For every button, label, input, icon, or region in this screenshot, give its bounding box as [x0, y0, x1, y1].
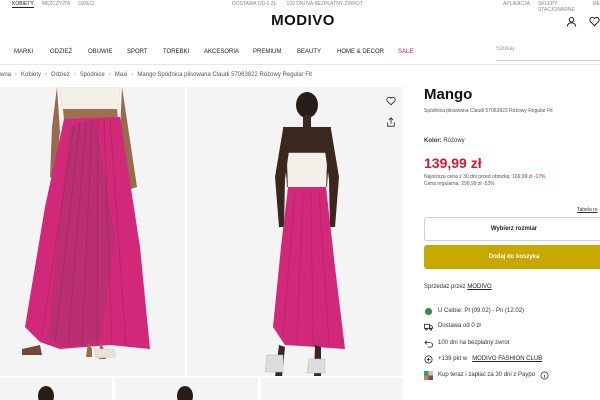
- color-value: Różowy: [443, 138, 465, 144]
- feature-text: U Ciebie: Pt (09.02) - Pn (12.02): [438, 308, 525, 314]
- club-link[interactable]: MODIVO FASHION CLUB: [472, 356, 542, 362]
- feature-returns: 100 dni na bezpłatny zwrot: [424, 338, 509, 348]
- add-to-cart-button[interactable]: Dodaj do koszyka: [424, 245, 600, 269]
- breadcrumb-item[interactable]: wna: [0, 72, 11, 78]
- product-price: 139,99 zł: [424, 155, 482, 171]
- top-link-app[interactable]: APLIKACJA: [503, 1, 530, 13]
- top-link-men[interactable]: MĘŻCZYŹNI: [42, 1, 71, 8]
- breadcrumb-item[interactable]: Maxi: [115, 72, 128, 78]
- nav-item-beauty[interactable]: BEAUTY: [297, 49, 321, 55]
- feature-delivery-date: U Ciebie: Pt (09.02) - Pn (12.02): [424, 306, 524, 316]
- feature-paypo: Kup teraz i zapłać za 30 dni z Paypo: [424, 370, 549, 380]
- return-arrow-icon: [424, 339, 433, 348]
- breadcrumb-item[interactable]: Spódnice: [80, 72, 105, 78]
- product-brand[interactable]: Mango: [424, 86, 472, 103]
- top-link-kids[interactable]: DZIECI: [78, 1, 94, 8]
- breadcrumb-separator: ›: [73, 72, 76, 78]
- product-photo-back[interactable]: [187, 87, 403, 376]
- breadcrumb-separator: ›: [131, 72, 134, 78]
- site-logo[interactable]: MODIVO: [258, 12, 348, 29]
- product-thumbnail[interactable]: [261, 378, 403, 400]
- breadcrumb: wna › Kobiety › Odzież › Spódnice › Maxi…: [0, 72, 312, 78]
- nav-item-sale[interactable]: SALE: [398, 49, 413, 55]
- user-icon[interactable]: [566, 16, 577, 27]
- nav-item-premium[interactable]: PREMIUM: [253, 49, 281, 55]
- breadcrumb-separator: ›: [108, 72, 111, 78]
- header-icons: [566, 16, 600, 27]
- top-utility-bar: KOBIETY MĘŻCZYŹNI DZIECI DOSTAWA OD 0 ZŁ…: [0, 0, 600, 13]
- nav-item-sport[interactable]: SPORT: [127, 49, 148, 55]
- sold-by: Sprzedaż przez MODIVO: [424, 284, 492, 290]
- product-thumbnail[interactable]: [0, 378, 112, 400]
- breadcrumb-item[interactable]: Kobiety: [21, 72, 41, 78]
- plus-circle-icon: [424, 354, 433, 364]
- search-box: [496, 41, 600, 61]
- nav-item-brands[interactable]: MARKI: [14, 49, 33, 55]
- select-size-button[interactable]: Wybierz rozmiar: [424, 217, 600, 241]
- heart-icon[interactable]: [384, 94, 398, 108]
- nav-item-home-decor[interactable]: HOME & DECOR: [337, 49, 384, 55]
- lowest-price-text: Najniższa cena z 30 dni przed obniżką: 1…: [424, 174, 533, 180]
- regular-price-note: Cena regularna: 299,99 zł -53%: [424, 181, 495, 187]
- size-table-link[interactable]: Tabela ro: [577, 207, 598, 213]
- feature-club-points: +139 pkt w MODIVO FASHION CLUB: [424, 354, 542, 364]
- heart-icon[interactable]: [589, 16, 600, 27]
- truck-icon: [424, 322, 433, 331]
- product-thumbnail[interactable]: [115, 378, 258, 400]
- search-input[interactable]: [496, 46, 600, 52]
- share-icon[interactable]: [384, 115, 398, 129]
- breadcrumb-separator: ›: [45, 72, 48, 78]
- feature-text: Kup teraz i zapłać za 30 dni z Paypo: [438, 372, 536, 378]
- nav-item-clothing[interactable]: ODZIEŻ: [50, 49, 72, 55]
- product-subtitle: Spódnica plisowana Claudi 57063822 Różow…: [424, 108, 553, 114]
- top-link-more[interactable]: ME: [593, 1, 600, 13]
- color-label: Kolor:: [424, 138, 442, 144]
- nav-item-accessories[interactable]: AKCESORIA: [204, 49, 239, 55]
- top-link-women[interactable]: KOBIETY: [12, 1, 34, 8]
- nav-item-bags[interactable]: TOREBKI: [163, 49, 189, 55]
- feature-text: 100 dni na bezpłatny zwrot: [438, 340, 510, 346]
- paypo-icon: [424, 370, 433, 380]
- product-photo-front[interactable]: [0, 87, 185, 376]
- feature-delivery-cost: Dostawa od 0 zł: [424, 321, 481, 331]
- top-info-delivery: DOSTAWA OD 0 ZŁ: [232, 1, 277, 7]
- color-row: Kolor: Różowy: [424, 138, 465, 144]
- info-icon[interactable]: [540, 371, 549, 380]
- nav-item-shoes[interactable]: OBUWIE: [88, 49, 112, 55]
- lowest-price-note: Najniższa cena z 30 dni przed obniżką: 1…: [424, 174, 545, 180]
- breadcrumb-item[interactable]: Odzież: [51, 72, 70, 78]
- top-info-returns: 100 DNI NA BEZPŁATNY ZWROT: [286, 1, 363, 7]
- sold-by-link[interactable]: MODIVO: [467, 284, 491, 290]
- main-nav: MARKI ODZIEŻ OBUWIE SPORT TOREBKI AKCESO…: [0, 47, 480, 61]
- green-dot-icon: [424, 307, 433, 316]
- top-link-stores[interactable]: SKLEPY STACJONARNE: [538, 1, 585, 13]
- breadcrumb-current: Mango Spódnica plisowana Claudi 57063822…: [137, 72, 312, 78]
- sold-by-label: Sprzedaż przez: [424, 284, 466, 290]
- feature-text: +139 pkt w: [438, 356, 468, 362]
- lowest-price-discount: -17%: [533, 174, 546, 180]
- header-divider: [0, 64, 600, 65]
- feature-text: Dostawa od 0 zł: [438, 323, 481, 329]
- breadcrumb-separator: ›: [15, 72, 18, 78]
